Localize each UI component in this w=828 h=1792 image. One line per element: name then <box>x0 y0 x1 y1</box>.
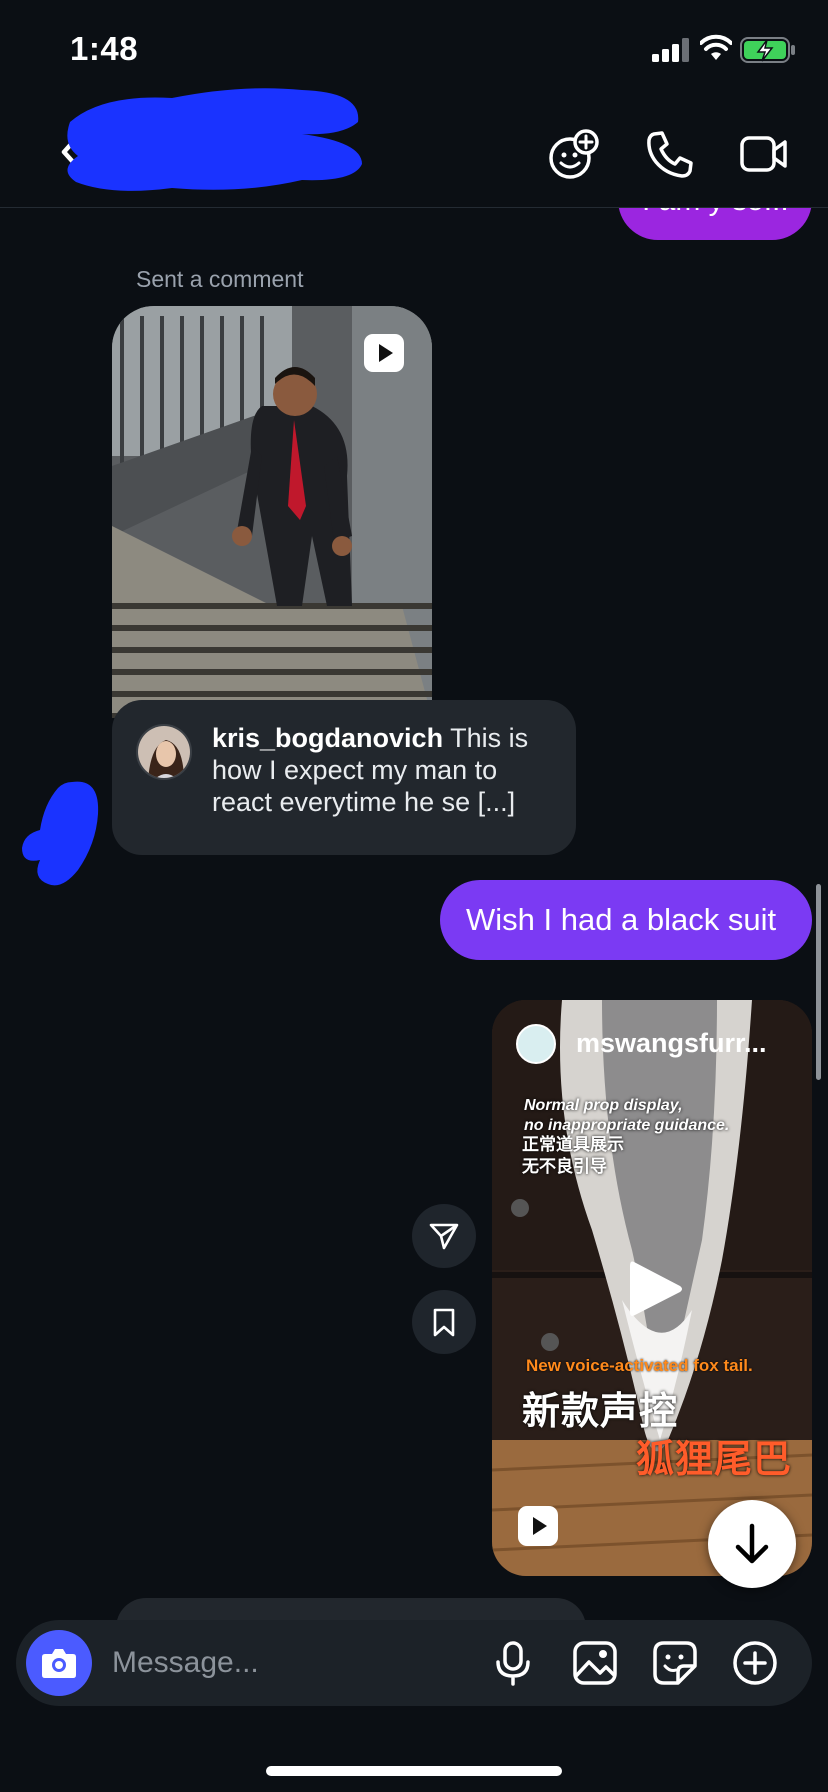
save-button[interactable] <box>412 1290 476 1354</box>
overlay-caption-cn: 正常道具展示 无不良引导 <box>522 1134 624 1178</box>
commenter-avatar <box>136 724 192 780</box>
reel-author-username[interactable]: mswangsfurr... <box>576 1028 767 1059</box>
add-people-icon[interactable] <box>548 128 600 180</box>
sticker-icon[interactable] <box>652 1640 698 1686</box>
send-icon <box>429 1223 459 1250</box>
overlay-caption-subtitle-cn: 狐狸尾巴 <box>636 1439 793 1481</box>
overlay-line-4: 无不良引导 <box>522 1157 607 1176</box>
redacted-name-scribble <box>67 88 362 191</box>
sent-comment-label: Sent a comment <box>136 266 304 292</box>
comment-card[interactable]: kris_bogdanovich This is how I expect my… <box>112 700 576 855</box>
comment-text-block: kris_bogdanovich This is how I expect my… <box>212 722 552 818</box>
wifi-icon <box>700 34 732 60</box>
reel-icon <box>364 334 404 372</box>
cellular-signal-icon <box>652 38 689 62</box>
sent-message-bubble[interactable]: Wish I had a black suit <box>440 880 812 960</box>
home-indicator[interactable] <box>266 1766 562 1776</box>
bookmark-icon <box>433 1308 455 1337</box>
play-icon[interactable] <box>628 1258 684 1320</box>
message-input[interactable] <box>112 1620 482 1706</box>
image-icon[interactable] <box>572 1640 618 1686</box>
overlay-line-3: 正常道具展示 <box>522 1135 624 1154</box>
video-camera-icon[interactable] <box>738 128 790 180</box>
arrow-down-icon <box>735 1523 769 1564</box>
status-time: 1:48 <box>70 30 139 67</box>
overlay-line-2: no inappropriate guidance. <box>524 1117 730 1134</box>
overlay-caption-title-en: New voice-activated fox tail. <box>526 1356 753 1375</box>
microphone-icon[interactable] <box>490 1640 536 1686</box>
scrollbar[interactable] <box>816 884 821 1080</box>
phone-icon[interactable] <box>644 128 696 180</box>
camera-icon <box>42 1649 76 1678</box>
battery-charging-icon <box>740 37 795 63</box>
overlay-line-1: Normal prop display, <box>524 1097 683 1114</box>
message-text: Wish I had a black suit <box>466 902 777 937</box>
overlay-caption-en: Normal prop display, no inappropriate gui… <box>524 1096 729 1136</box>
redacted-avatar-scribble <box>22 781 99 886</box>
camera-button[interactable] <box>26 1630 92 1696</box>
message-composer <box>16 1620 812 1706</box>
share-button[interactable] <box>412 1204 476 1268</box>
reel-author-avatar <box>516 1024 556 1064</box>
overlay-caption-title-cn: 新款声控 <box>522 1391 679 1433</box>
plus-circle-icon[interactable] <box>732 1640 778 1686</box>
comment-username[interactable]: kris_bogdanovich <box>212 723 443 753</box>
shared-reel-card[interactable]: mswangsfurr... Normal prop display, no in… <box>492 1000 812 1576</box>
reel-icon <box>518 1506 558 1546</box>
scroll-to-bottom-button[interactable] <box>708 1500 796 1588</box>
